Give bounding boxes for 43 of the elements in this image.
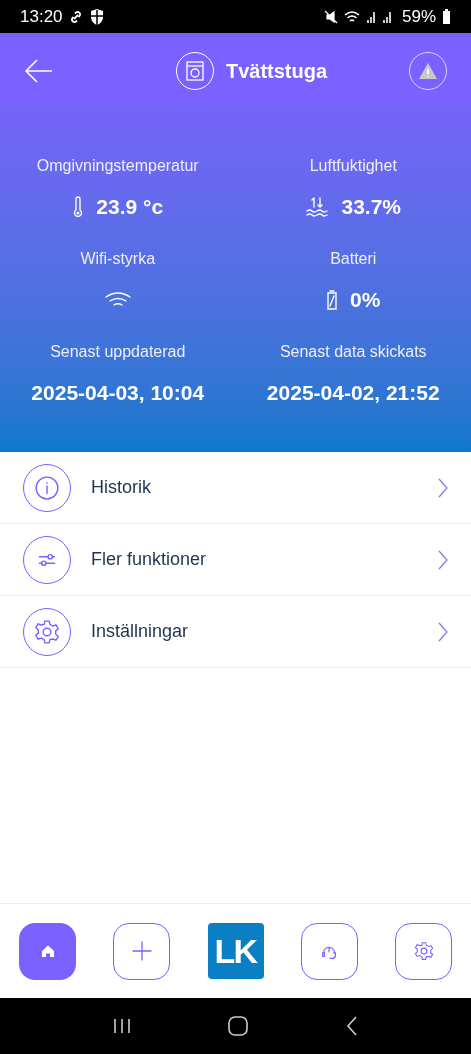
back-arrow-icon xyxy=(24,57,54,84)
menu-item[interactable]: Fler funktioner xyxy=(0,524,471,596)
menu-item[interactable]: Inställningar xyxy=(0,596,471,668)
home-button[interactable] xyxy=(19,922,76,980)
stat-label: Omgivningstemperatur xyxy=(36,156,199,176)
wifi-icon xyxy=(103,291,132,309)
back-button[interactable] xyxy=(24,57,54,84)
chevron-right-icon xyxy=(438,549,448,570)
stat-label: Batteri xyxy=(330,249,377,269)
shield-icon xyxy=(88,7,105,26)
empty-battery-icon xyxy=(326,289,339,311)
warning-icon xyxy=(418,61,438,80)
battery-icon xyxy=(442,9,451,24)
settings-icon xyxy=(413,941,434,961)
stat-label: Luftfuktighet xyxy=(309,156,397,176)
status-time: 13:20 xyxy=(20,5,63,28)
recent-apps-icon[interactable] xyxy=(112,1018,131,1034)
link-icon xyxy=(68,9,83,24)
menu-item[interactable]: Historik xyxy=(0,452,471,524)
stat-label: Senast uppdaterad xyxy=(50,342,186,362)
home-icon xyxy=(39,943,56,959)
chevron-right-icon xyxy=(438,477,448,498)
brand-logo[interactable]: LK xyxy=(207,923,264,979)
stat-value: 0% xyxy=(350,287,381,314)
device-title: Tvättstuga xyxy=(225,58,328,84)
thermometer-icon xyxy=(72,196,85,218)
support-button[interactable] xyxy=(300,922,358,980)
chevron-right-icon xyxy=(438,621,448,642)
humidity-icon xyxy=(305,196,330,218)
wifi-icon xyxy=(343,9,360,24)
plus-icon xyxy=(130,940,153,962)
stat-label: Wifi-styrka xyxy=(80,249,156,269)
stat-value: 2025-04-03, 10:04 xyxy=(31,380,205,407)
mute-icon xyxy=(323,9,338,24)
back-icon[interactable] xyxy=(346,1016,359,1036)
stat-value: 33.7% xyxy=(341,194,401,221)
stat-label: Senast data skickats xyxy=(279,342,427,362)
stat-value: 2025-04-02, 21:52 xyxy=(266,380,440,407)
home-icon[interactable] xyxy=(228,1016,249,1036)
settings-button[interactable] xyxy=(395,922,452,980)
add-button[interactable] xyxy=(113,922,171,980)
stat-value: 23.9 °c xyxy=(96,194,164,221)
battery-percentage: 59% xyxy=(401,5,436,28)
